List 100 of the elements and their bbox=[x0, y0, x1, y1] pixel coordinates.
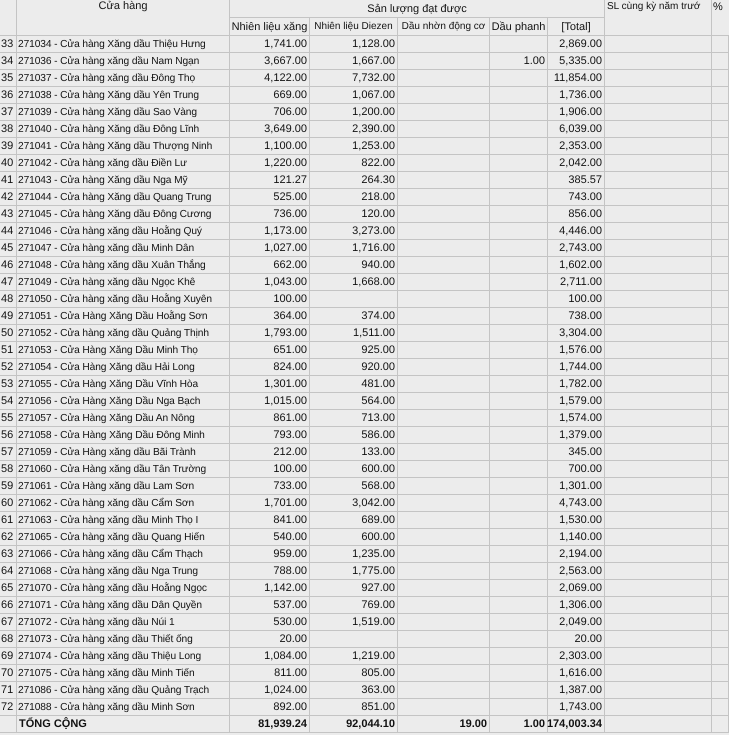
store-cell: 271053 - Cửa Hàng Xăng Dầu Minh Thọ bbox=[17, 342, 230, 359]
empty-cell bbox=[490, 257, 548, 274]
store-cell: 271071 - Cửa hàng xăng dầu Dân Quyền bbox=[17, 597, 230, 614]
column-header: Dầu phanh bbox=[492, 20, 546, 32]
column-header: Nhiên liệu Diezen bbox=[314, 21, 393, 32]
empty-cell bbox=[490, 648, 548, 665]
store-cell: 271061 - Cửa Hàng xăng dầu Lam Sơn bbox=[17, 478, 230, 495]
gasoline-cell: 530.00 bbox=[230, 614, 310, 631]
gasoline-cell: 1,701.00 bbox=[230, 495, 310, 512]
store-cell: 271073 - Cửa hàng xăng dầu Thiết ống bbox=[17, 631, 230, 648]
diesel-cell: 264.30 bbox=[310, 172, 398, 189]
total-cell: 1,743.00 bbox=[548, 699, 605, 716]
total-cell: 743.00 bbox=[548, 189, 605, 206]
empty-cell bbox=[490, 70, 548, 87]
empty-cell bbox=[490, 665, 548, 682]
row-number: 40 bbox=[0, 155, 17, 172]
row-number: 56 bbox=[0, 427, 17, 444]
empty-cell bbox=[490, 614, 548, 631]
gasoline-cell: 212.00 bbox=[230, 444, 310, 461]
empty-cell bbox=[490, 597, 548, 614]
gasoline-cell: 121.27 bbox=[230, 172, 310, 189]
empty-cell bbox=[490, 478, 548, 495]
empty-cell bbox=[712, 87, 729, 104]
diesel-cell: 927.00 bbox=[310, 580, 398, 597]
total-cell: 1,576.00 bbox=[548, 342, 605, 359]
diesel-cell: 92,044.10 bbox=[310, 716, 398, 733]
diesel-cell: 1,667.00 bbox=[310, 53, 398, 70]
store-cell: 271043 - Cửa hàng Xăng dầu Nga Mỹ bbox=[17, 172, 230, 189]
store-cell: 271088 - Cửa hàng xăng dầu Minh Sơn bbox=[17, 699, 230, 716]
store-cell: 271038 - Cửa hàng Xăng dầu Yên Trung bbox=[17, 87, 230, 104]
store-cell: 271052 - Cửa hàng xăng dầu Quảng Thịnh bbox=[17, 325, 230, 342]
total-cell: 100.00 bbox=[548, 291, 605, 308]
row-number: 53 bbox=[0, 376, 17, 393]
empty-cell bbox=[712, 121, 729, 138]
total-cell: 2,194.00 bbox=[548, 546, 605, 563]
gasoline-cell: 1,015.00 bbox=[230, 393, 310, 410]
gasoline-cell: 1,100.00 bbox=[230, 138, 310, 155]
empty-cell bbox=[490, 206, 548, 223]
empty-cell bbox=[490, 155, 548, 172]
diesel-cell: 568.00 bbox=[310, 478, 398, 495]
empty-cell bbox=[490, 325, 548, 342]
empty-cell bbox=[490, 682, 548, 699]
total-cell: 1,736.00 bbox=[548, 87, 605, 104]
total-cell: 2,303.00 bbox=[548, 648, 605, 665]
diesel-cell: 1,219.00 bbox=[310, 648, 398, 665]
total-cell: 1,306.00 bbox=[548, 597, 605, 614]
store-cell: 271034 - Cửa hàng Xăng dầu Thiệu Hưng bbox=[17, 36, 230, 53]
row-number: 64 bbox=[0, 563, 17, 580]
empty-cell bbox=[490, 461, 548, 478]
empty-cell bbox=[712, 342, 729, 359]
row-number: 47 bbox=[0, 274, 17, 291]
gasoline-cell: 525.00 bbox=[230, 189, 310, 206]
store-cell: 271037 - Cửa hàng xăng dầu Đông Thọ bbox=[17, 70, 230, 87]
empty-cell bbox=[712, 325, 729, 342]
gasoline-cell: 1,793.00 bbox=[230, 325, 310, 342]
store-cell: 271065 - Cửa hàng xăng dầu Quang Hiến bbox=[17, 529, 230, 546]
empty-cell bbox=[712, 665, 729, 682]
empty-cell bbox=[712, 155, 729, 172]
empty-cell bbox=[490, 274, 548, 291]
diesel-cell: 564.00 bbox=[310, 393, 398, 410]
diesel-cell: 1,235.00 bbox=[310, 546, 398, 563]
total-cell: 385.57 bbox=[548, 172, 605, 189]
row-number: 33 bbox=[0, 36, 17, 53]
diesel-cell: 822.00 bbox=[310, 155, 398, 172]
diesel-cell: 805.00 bbox=[310, 665, 398, 682]
diesel-cell: 133.00 bbox=[310, 444, 398, 461]
empty-cell bbox=[490, 444, 548, 461]
empty-cell bbox=[490, 189, 548, 206]
total-cell: 2,049.00 bbox=[548, 614, 605, 631]
row-number: 43 bbox=[0, 206, 17, 223]
empty-cell bbox=[712, 478, 729, 495]
row-number: 67 bbox=[0, 614, 17, 631]
diesel-cell: 1,668.00 bbox=[310, 274, 398, 291]
diesel-cell: 120.00 bbox=[310, 206, 398, 223]
gasoline-cell: 1,027.00 bbox=[230, 240, 310, 257]
store-cell: 271068 - Cửa hàng xăng dầu Nga Trung bbox=[17, 563, 230, 580]
gasoline-cell: 1,301.00 bbox=[230, 376, 310, 393]
diesel-cell: 920.00 bbox=[310, 359, 398, 376]
row-number: 52 bbox=[0, 359, 17, 376]
empty-cell bbox=[712, 308, 729, 325]
column-header: Nhiên liệu xăng bbox=[232, 20, 308, 32]
diesel-cell: 1,519.00 bbox=[310, 614, 398, 631]
total-cell: 2,711.00 bbox=[548, 274, 605, 291]
diesel-cell: 925.00 bbox=[310, 342, 398, 359]
empty-cell bbox=[712, 597, 729, 614]
gasoline-cell: 861.00 bbox=[230, 410, 310, 427]
empty-cell bbox=[712, 529, 729, 546]
gasoline-cell: 959.00 bbox=[230, 546, 310, 563]
empty-cell bbox=[490, 495, 548, 512]
total-cell: 3,304.00 bbox=[548, 325, 605, 342]
empty-cell bbox=[712, 495, 729, 512]
store-cell: 271056 - Cửa Hàng Xăng Dầu Nga Bạch bbox=[17, 393, 230, 410]
row-number: 41 bbox=[0, 172, 17, 189]
row-number: 35 bbox=[0, 70, 17, 87]
gasoline-cell: 733.00 bbox=[230, 478, 310, 495]
gasoline-cell: 1,220.00 bbox=[230, 155, 310, 172]
gasoline-cell: 1,173.00 bbox=[230, 223, 310, 240]
total-cell: 345.00 bbox=[548, 444, 605, 461]
row-number: 37 bbox=[0, 104, 17, 121]
total-cell: 2,353.00 bbox=[548, 138, 605, 155]
